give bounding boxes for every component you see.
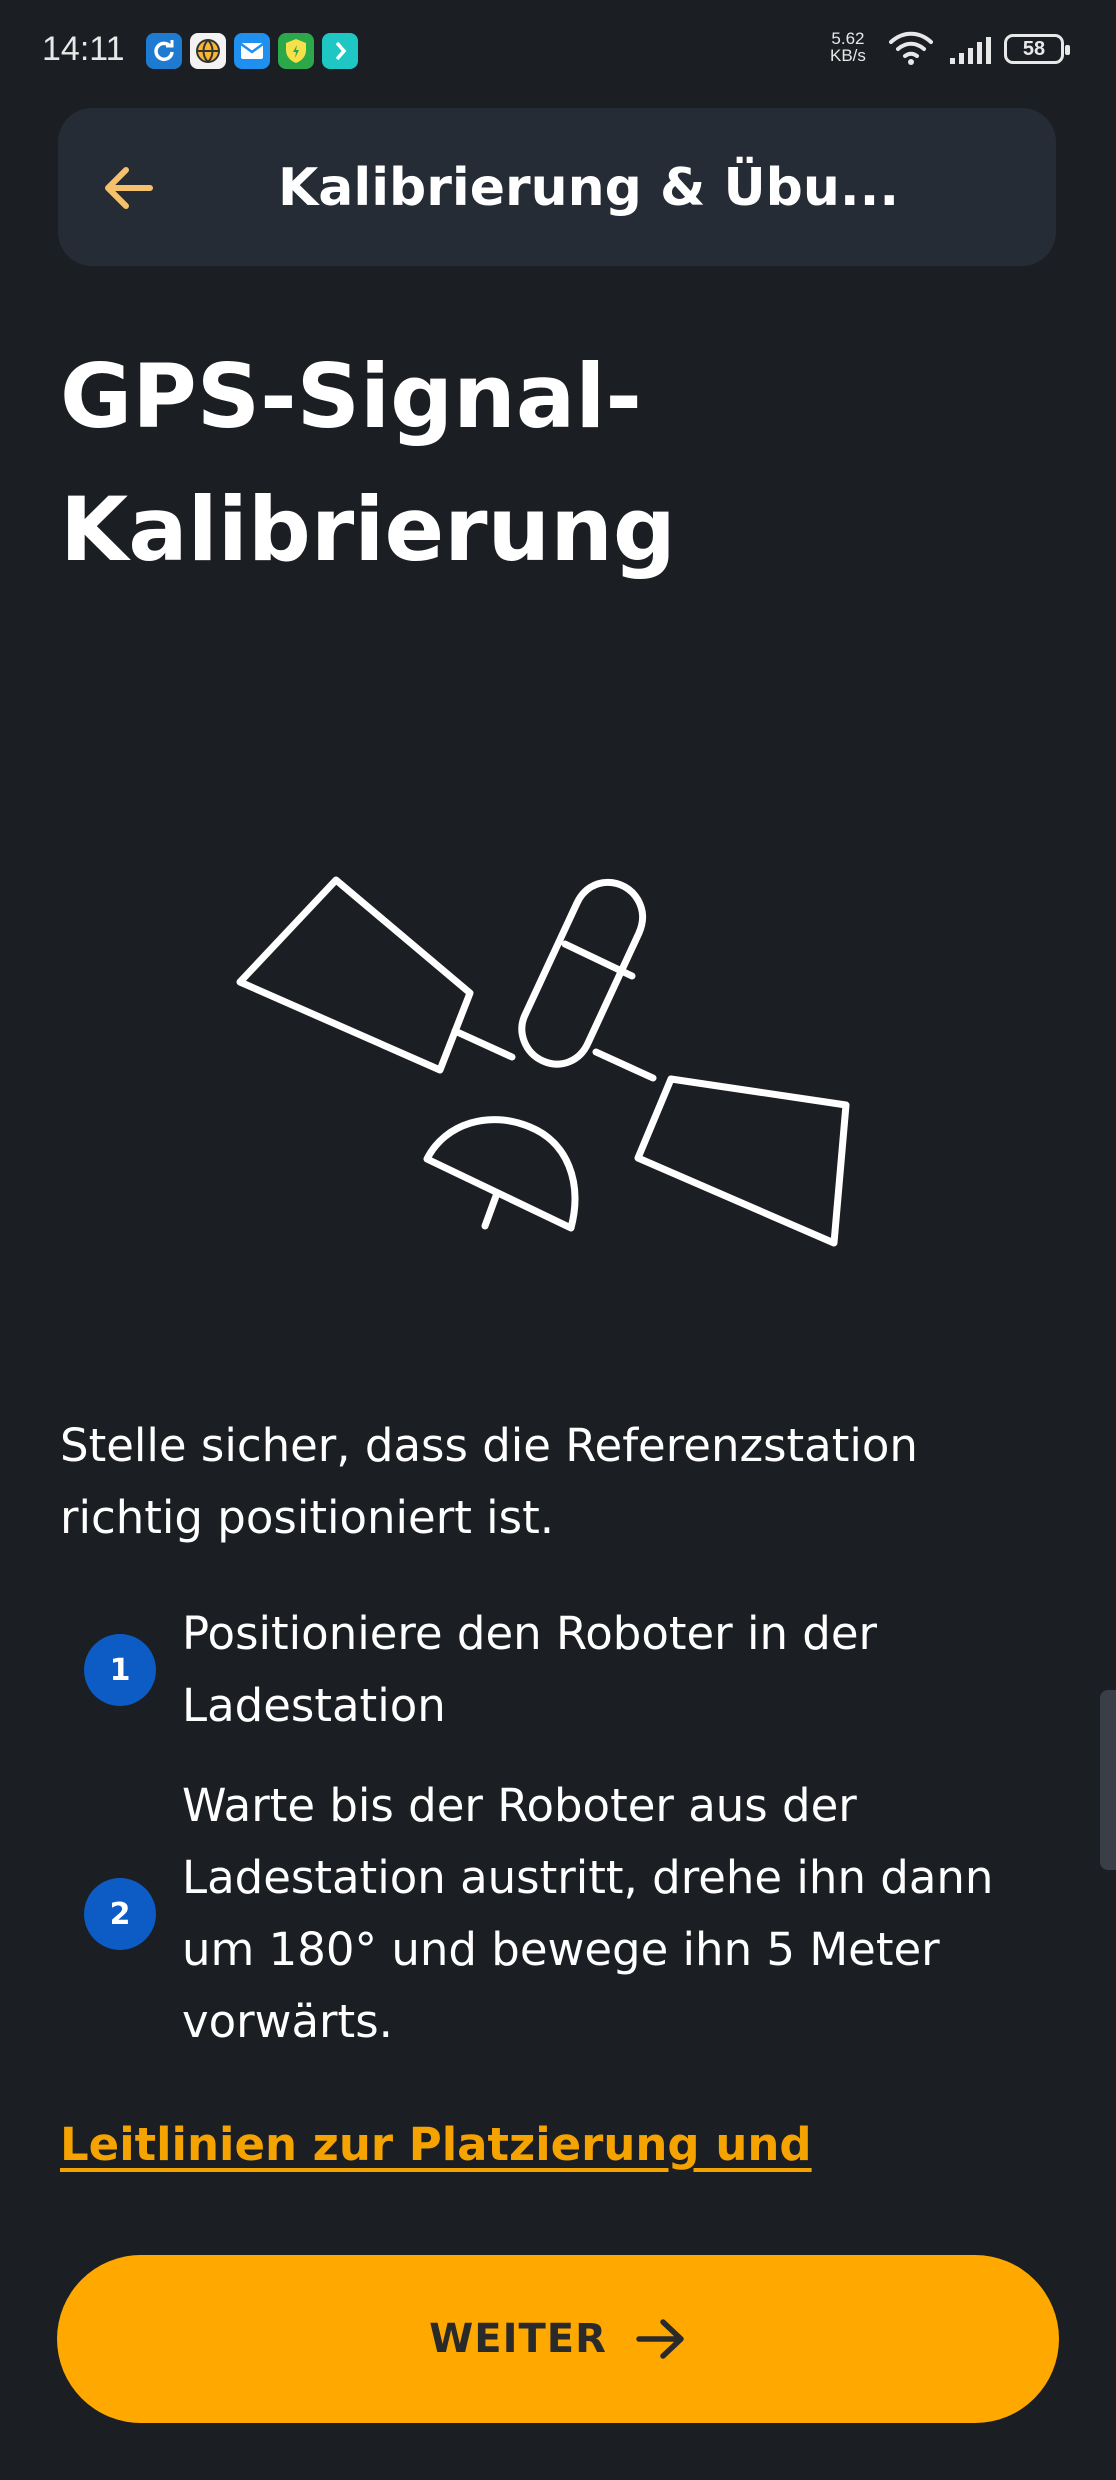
- steps-list: 1 Positioniere den Roboter in der Ladest…: [84, 1598, 1064, 2086]
- clock: 14:11: [42, 30, 125, 68]
- top-app-bar: Kalibrierung & Übu...: [58, 108, 1056, 266]
- screen: 14:11 5.62 KB/s 58 Kalibrierung & Übu...…: [0, 0, 1116, 2480]
- list-item: 2 Warte bis der Roboter aus der Ladestat…: [84, 1770, 1064, 2058]
- wifi-icon: [889, 31, 933, 65]
- back-button[interactable]: [86, 148, 170, 228]
- signal-icon: [950, 37, 991, 64]
- step-number-badge: 2: [84, 1878, 156, 1950]
- battery-level: 58: [1022, 37, 1046, 60]
- status-bar: 14:11 5.62 KB/s 58: [0, 0, 1116, 100]
- continue-button[interactable]: WEITER: [57, 2255, 1059, 2423]
- satellite-icon: [236, 876, 850, 1247]
- step-text: Positioniere den Roboter in der Ladestat…: [182, 1607, 878, 1732]
- globe-icon: [190, 33, 226, 69]
- header-title: Kalibrierung & Übu...: [278, 158, 900, 218]
- page-title: GPS-Signal-Kalibrierung: [60, 345, 676, 581]
- arrow-left-icon: [105, 167, 153, 209]
- arrow-right-icon: [636, 2319, 684, 2359]
- swiftkey-icon: [322, 33, 358, 69]
- step-number-badge: 1: [84, 1634, 156, 1706]
- net-speed-unit: KB/s: [830, 46, 866, 65]
- list-item: 1 Positioniere den Roboter in der Ladest…: [84, 1598, 1064, 1742]
- placement-guidelines-link[interactable]: Leitlinien zur Platzierung und: [60, 2118, 812, 2171]
- battery-indicator: 58: [1004, 34, 1070, 64]
- net-speed: 5.62 KB/s: [830, 30, 866, 64]
- continue-button-label: WEITER: [429, 2316, 607, 2362]
- intro-text: Stelle sicher, dass die Referenzstation …: [60, 1419, 918, 1544]
- shield-icon: [278, 33, 314, 69]
- notification-icons: [146, 33, 358, 69]
- mail-icon: [234, 33, 270, 69]
- sync-icon: [146, 33, 182, 69]
- step-text: Warte bis der Roboter aus der Ladestatio…: [182, 1779, 994, 2048]
- scroll-handle[interactable]: [1100, 1690, 1116, 1870]
- net-speed-value: 5.62: [831, 29, 865, 48]
